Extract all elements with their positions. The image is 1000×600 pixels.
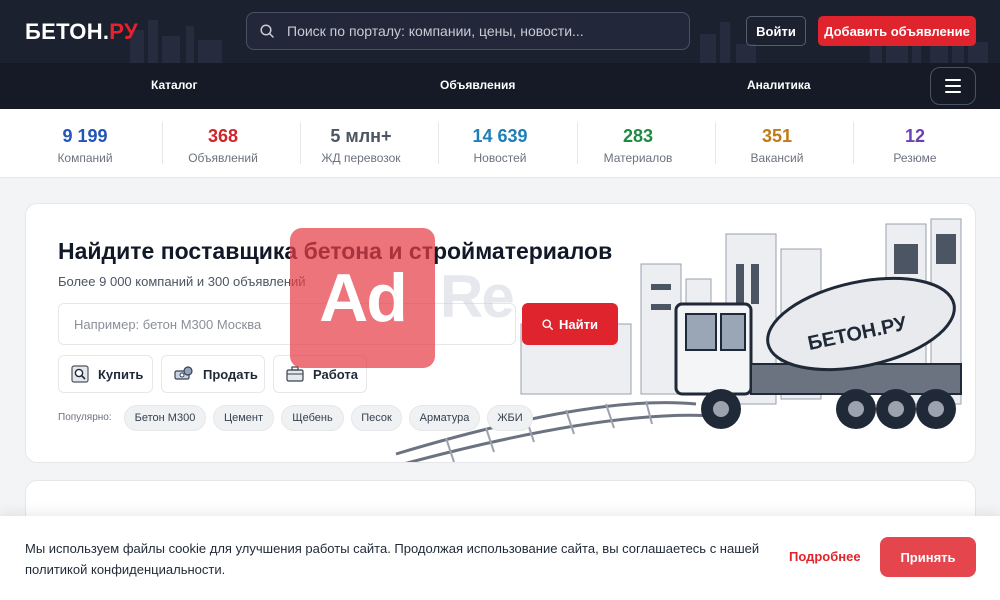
cookie-text: Мы используем файлы cookie для улучшения…	[25, 541, 760, 577]
sell-button-label: Продать	[203, 366, 258, 382]
cookie-banner: Мы используем файлы cookie для улучшения…	[0, 516, 1000, 600]
stat-value: 283	[622, 126, 654, 146]
stat-value: 5 млн+	[330, 126, 392, 146]
stats-divider	[577, 122, 578, 164]
stat-label: Резюме	[893, 151, 937, 165]
stat-label: Компаний	[57, 151, 113, 165]
stat-rail-transport[interactable]: 5 млн+ ЖД перевозок	[292, 109, 430, 178]
search-icon	[542, 318, 553, 330]
stats-divider	[438, 122, 439, 164]
nav-item-catalog[interactable]: Каталог	[151, 78, 198, 92]
ad-watermark-ghost: Re	[440, 263, 515, 330]
ad-watermark: Ad	[290, 228, 435, 368]
stats-divider	[715, 122, 716, 164]
buy-button-label: Купить	[98, 366, 144, 382]
stat-listings[interactable]: 368 Объявлений	[154, 109, 292, 178]
cookie-accept-button[interactable]: Принять	[880, 537, 976, 577]
stat-label: Вакансий	[750, 151, 804, 165]
hero-card: БЕТОН.РУ Найдите поставщика бетона и стр…	[25, 203, 976, 463]
stat-label: ЖД перевозок	[321, 151, 401, 165]
stat-value: 9 199	[62, 126, 108, 146]
site-logo[interactable]: БЕТОН.РУ	[25, 19, 138, 45]
menu-icon-bar	[945, 85, 961, 87]
magnifier-doc-icon	[71, 365, 89, 383]
stat-resumes[interactable]: 12 Резюме	[846, 109, 984, 178]
money-icon	[174, 366, 193, 380]
popular-chip[interactable]: Щебень	[281, 405, 344, 431]
portal-search-input[interactable]	[287, 23, 677, 39]
nav-item-listings[interactable]: Объявления	[440, 78, 515, 92]
stat-value: 351	[761, 126, 793, 146]
portal-search[interactable]	[246, 12, 690, 50]
popular-chip[interactable]: Бетон М300	[124, 405, 206, 431]
site-header: БЕТОН.РУ Войти Добавить объявление	[0, 0, 1000, 63]
buy-button[interactable]: Купить	[58, 355, 153, 393]
stat-vacancies[interactable]: 351 Вакансий	[708, 109, 846, 178]
stat-value: 14 639	[472, 126, 528, 146]
popular-chip[interactable]: Песок	[351, 405, 402, 431]
sell-button[interactable]: Продать	[161, 355, 265, 393]
popular-chip[interactable]: Цемент	[213, 405, 274, 431]
find-button[interactable]: Найти	[522, 303, 618, 345]
stat-label: Объявлений	[188, 151, 258, 165]
find-button-label: Найти	[559, 316, 598, 332]
main-nav: Каталог Объявления Аналитика	[0, 63, 1000, 109]
popular-chip[interactable]: Арматура	[409, 405, 480, 431]
stat-value: 368	[207, 126, 239, 146]
hero-subtitle: Более 9 000 компаний и 300 объявлений	[58, 274, 306, 289]
stat-materials[interactable]: 283 Материалов	[569, 109, 707, 178]
nav-item-analytics[interactable]: Аналитика	[747, 78, 811, 92]
stats-divider	[162, 122, 163, 164]
stat-companies[interactable]: 9 199 Компаний	[16, 109, 154, 178]
logo-main-text: БЕТОН.	[25, 19, 110, 44]
stat-label: Новостей	[473, 151, 527, 165]
stat-value: 12	[904, 126, 926, 146]
stat-news[interactable]: 14 639 Новостей	[431, 109, 569, 178]
hamburger-menu-button[interactable]	[930, 67, 976, 105]
stats-divider	[300, 122, 301, 164]
add-listing-button[interactable]: Добавить объявление	[818, 16, 976, 46]
stat-label: Материалов	[603, 151, 673, 165]
logo-accent-text: РУ	[109, 19, 138, 44]
cookie-more-link[interactable]: Подробнее	[789, 549, 861, 564]
popular-chip[interactable]: ЖБИ	[487, 405, 533, 431]
login-button[interactable]: Войти	[746, 16, 806, 46]
job-button-label: Работа	[313, 366, 358, 382]
menu-icon-bar	[945, 91, 961, 93]
stats-divider	[853, 122, 854, 164]
popular-label: Популярно:	[58, 412, 112, 423]
stats-bar: 9 199 Компаний 368 Объявлений 5 млн+ ЖД …	[0, 109, 1000, 178]
menu-icon-bar	[945, 79, 961, 81]
search-icon	[260, 24, 274, 38]
